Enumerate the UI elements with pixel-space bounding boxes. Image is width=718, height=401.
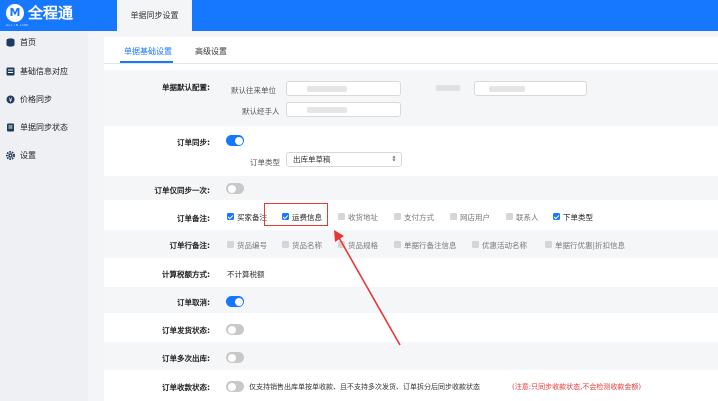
highlight-box [264,203,328,226]
remark-option-label: 下单类型 [563,213,593,222]
line-remark-option-label: 优惠活动名称 [482,241,527,250]
logo-text: 全程通 [28,4,74,22]
logo-subtitle: ALL IN LINK [6,23,29,27]
sidebar: 首页 基础信息对应 ¥ 价格同步 单据同步状态 设置 [0,31,88,401]
delivery-status-label: 订单发货状态: [162,326,210,335]
remark-option-label: 网店用户 [460,213,490,222]
order-type-value: 出库单草稿 [293,155,331,164]
top-bar: M 全程通 ALL IN LINK 单据同步设置 [0,0,718,31]
default-account-label: 默认往来单位 [231,86,276,95]
tax-method-label: 计算税额方式: [162,270,210,279]
sync-once-label: 订单仅同步一次: [154,186,211,195]
list-icon [6,67,15,76]
receipt-status-description: 仅支持销售出库单按单收款、且不支持多次发货、订单拆分后同步收款状态 [249,383,480,391]
default-account-extra-input[interactable] [474,81,587,96]
tax-method-value: 不计算税额 [227,270,265,279]
gear-icon [6,151,15,160]
order-cancel-toggle[interactable] [226,296,244,307]
sidebar-item-label: 首页 [20,38,36,47]
line-remark-option-label: 货品编号 [237,241,267,250]
line-remark-checkbox[interactable] [545,241,552,248]
sidebar-item-settings[interactable]: 设置 [0,144,88,168]
sidebar-item-label: 价格同步 [20,95,52,104]
default-handler-label: 默认经手人 [242,107,280,116]
order-type-select[interactable]: 出库单草稿 ⇕ [286,152,402,167]
remark-address-checkbox[interactable] [338,213,345,220]
sidebar-item-label: 单据同步状态 [20,123,68,132]
annotation-arrow [334,230,401,346]
default-handler-input[interactable] [286,102,401,117]
line-remark-option-label: 货品名称 [292,241,322,250]
receipt-status-note: (注意:只同步收款状态,不会检测收款金额) [512,383,642,391]
delivery-status-toggle[interactable] [226,324,244,335]
line-remark-checkbox[interactable] [282,241,289,248]
receipt-status-toggle[interactable] [226,381,244,392]
sync-once-toggle[interactable] [226,183,244,194]
remark-payment-checkbox[interactable] [394,213,401,220]
tab-divider [104,63,718,64]
multi-outbound-label: 订单多次出库: [162,354,210,363]
receipt-status-label: 订单收款状态: [162,383,210,392]
blurred-field-label [432,81,462,96]
line-remark-option-label: 单据行优惠|折扣信息 [555,241,626,250]
order-remark-label: 订单备注: [177,214,210,223]
app-logo[interactable]: M 全程通 ALL IN LINK [6,4,106,27]
blurred-value [489,86,525,92]
line-remark-option-label: 单据行备注信息 [404,241,457,250]
price-icon: ¥ [6,95,15,104]
tab-document-sync-settings[interactable]: 单据同步设置 [117,0,192,31]
remark-option-label: 买家备注 [237,213,267,222]
row-bg [104,70,718,126]
tab-advanced-settings[interactable]: 高级设置 [195,45,227,65]
logo-mark: M [6,4,24,22]
sidebar-item-label: 基础信息对应 [20,67,68,76]
sidebar-item-basic-info[interactable]: 基础信息对应 [0,60,88,84]
remark-shop-user-checkbox[interactable] [450,213,457,220]
remark-option-label: 联系人 [516,213,539,222]
line-remark-checkbox[interactable] [227,241,234,248]
blurred-value [436,85,460,91]
database-icon [6,38,15,47]
remark-option-label: 支付方式 [404,213,434,222]
order-sync-label: 订单同步: [177,138,210,147]
blurred-value [307,86,347,92]
remark-contact-checkbox[interactable] [506,213,513,220]
sidebar-item-home[interactable]: 首页 [0,31,88,55]
default-account-input[interactable] [286,81,401,96]
multi-outbound-toggle[interactable] [226,352,244,363]
remark-order-type-checkbox[interactable] [553,213,560,220]
sidebar-item-document-sync-status[interactable]: 单据同步状态 [0,116,88,140]
svg-text:¥: ¥ [9,97,13,104]
line-remark-label: 订单行备注: [169,241,211,250]
select-arrow-icon: ⇕ [391,155,397,163]
remark-buyer-checkbox[interactable] [227,213,234,220]
remark-option-label: 收货地址 [348,213,378,222]
default-config-label: 单据默认配置: [162,83,210,92]
sidebar-item-price-sync[interactable]: ¥ 价格同步 [0,88,88,112]
blurred-value [307,107,347,113]
line-remark-checkbox[interactable] [472,241,479,248]
sidebar-item-label: 设置 [20,151,36,160]
order-type-label: 订单类型 [250,158,280,167]
order-cancel-label: 订单取消: [177,298,210,307]
order-sync-toggle[interactable] [226,135,244,146]
document-icon [7,123,14,132]
